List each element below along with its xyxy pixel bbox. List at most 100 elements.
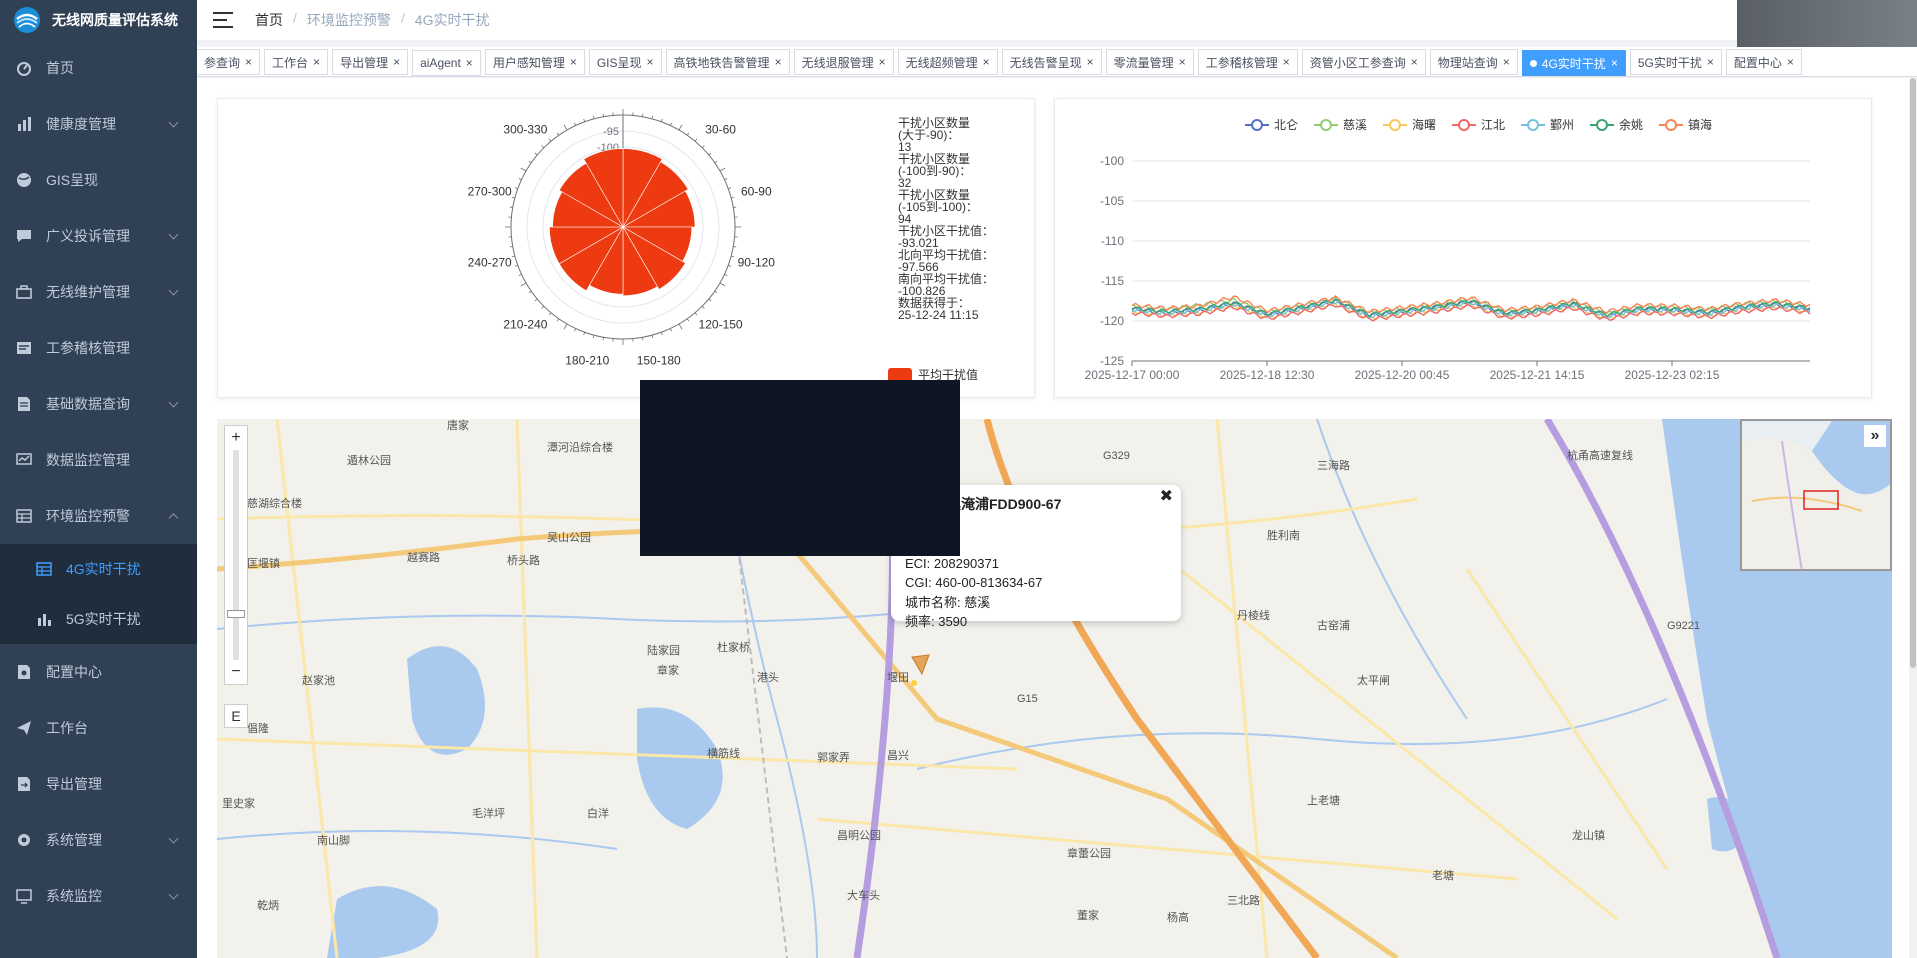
sidebar-item-4[interactable]: 无线维护管理 xyxy=(0,264,197,320)
tag-close-icon[interactable]: × xyxy=(1611,56,1618,70)
map-place-label: 慈湖综合楼 xyxy=(247,496,302,510)
cell-sector-marker[interactable] xyxy=(911,654,930,676)
sidebar-item-0[interactable]: 配置中心 xyxy=(0,644,197,700)
tag-10[interactable]: 零流量管理 × xyxy=(1105,49,1194,75)
tag-7[interactable]: 无线退服管理 × xyxy=(793,49,894,75)
legend-item-余姚[interactable]: 余姚 xyxy=(1590,117,1643,132)
breadcrumb-home[interactable]: 首页 xyxy=(255,10,283,30)
tag-11[interactable]: 工参稽核管理 × xyxy=(1197,49,1298,75)
angle-tick xyxy=(556,318,560,322)
close-icon[interactable]: ✖ xyxy=(1160,487,1173,507)
sidebar-item-label: 首页 xyxy=(46,60,74,76)
angle-tick xyxy=(511,255,515,258)
tag-close-icon[interactable]: × xyxy=(245,55,252,69)
tag-9[interactable]: 无线告警呈现 × xyxy=(1001,49,1102,75)
tag-close-icon[interactable]: × xyxy=(1283,55,1290,69)
tag-close-icon[interactable]: × xyxy=(647,55,654,69)
user-avatar-area[interactable] xyxy=(1737,0,1917,54)
sidebar-item-8[interactable]: 环境监控预警 xyxy=(0,488,197,544)
tag-close-icon[interactable]: × xyxy=(879,55,886,69)
map-place-label: 上老塘 xyxy=(1307,793,1340,807)
tag-4[interactable]: 用户感知管理 × xyxy=(484,49,585,75)
scrollbar-thumb[interactable] xyxy=(1910,78,1916,668)
sidebar-item-2[interactable]: GIS呈现 xyxy=(0,152,197,208)
tag-close-icon[interactable]: × xyxy=(983,55,990,69)
app-title: 无线网质量评估系统 xyxy=(52,12,178,28)
tag-1[interactable]: 工作台 × xyxy=(264,49,329,75)
overview-toggle-button[interactable]: » xyxy=(1864,425,1886,447)
legend-item-镇海[interactable]: 镇海 xyxy=(1659,117,1712,132)
tag-label: aiAgent xyxy=(420,55,461,70)
sidebar-item-2[interactable]: 导出管理 xyxy=(0,756,197,812)
map-place-label: G9221 xyxy=(1667,620,1700,632)
tag-close-icon[interactable]: × xyxy=(570,55,577,69)
legend-item-鄞州[interactable]: 鄞州 xyxy=(1521,118,1574,132)
map-place-label: 郭家弄 xyxy=(817,750,850,764)
tag-close-icon[interactable]: × xyxy=(1503,55,1510,69)
cell-site-dot[interactable] xyxy=(911,680,917,686)
map-place-label: 毛洋坪 xyxy=(472,806,505,820)
map-place-label: 太平闸 xyxy=(1357,674,1390,687)
tag-label: 用户感知管理 xyxy=(492,55,565,70)
sidebar-item-3[interactable]: 广义投诉管理 xyxy=(0,208,197,264)
page-scrollbar[interactable] xyxy=(1909,78,1917,958)
tag-16[interactable]: 配置中心 × xyxy=(1725,49,1802,75)
zoom-slider-thumb[interactable] xyxy=(227,610,245,618)
angle-tick xyxy=(592,115,595,119)
tag-close-icon[interactable]: × xyxy=(313,55,320,69)
tag-3[interactable]: aiAgent × xyxy=(412,49,481,76)
legend-item-海曙[interactable]: 海曙 xyxy=(1383,117,1436,132)
sector-label: 150-180 xyxy=(637,353,681,367)
tag-8[interactable]: 无线超频管理 × xyxy=(897,49,998,75)
map-place-label: 潭河沿综合楼 xyxy=(547,440,613,454)
legend-item-慈溪[interactable]: 慈溪 xyxy=(1314,117,1367,132)
tag-close-icon[interactable]: × xyxy=(1787,55,1794,69)
angle-tick xyxy=(509,206,513,208)
tag-close-icon[interactable]: × xyxy=(1707,55,1714,69)
sidebar-item-4[interactable]: 系统监控 xyxy=(0,868,197,924)
tag-close-icon[interactable]: × xyxy=(1087,55,1094,69)
legend-item-北仑[interactable]: 北仑 xyxy=(1245,118,1298,132)
tag-5[interactable]: GIS呈现 × xyxy=(588,49,662,75)
map-place-label: 南山脚 xyxy=(317,833,350,847)
tag-0[interactable]: 参查询 × xyxy=(197,49,261,75)
sidebar-item-label: 环境监控预警 xyxy=(46,508,130,524)
tag-13[interactable]: 物理站查询 × xyxy=(1429,49,1518,75)
overview-map[interactable]: » xyxy=(1740,419,1892,571)
angle-tick xyxy=(556,132,560,136)
tag-close-icon[interactable]: × xyxy=(466,56,473,70)
sidebar-item-6[interactable]: 基础数据查询 xyxy=(0,376,197,432)
zoom-out-button[interactable]: − xyxy=(225,660,247,684)
sidebar-item-0[interactable]: 首页 xyxy=(0,40,197,96)
breadcrumb-current: 4G实时干扰 xyxy=(414,12,490,28)
sidebar-item-1[interactable]: 工作台 xyxy=(0,700,197,756)
tag-close-icon[interactable]: × xyxy=(775,55,782,69)
tag-12[interactable]: 资管小区工参查询 × xyxy=(1301,49,1426,75)
zoom-slider[interactable] xyxy=(225,450,247,660)
sidebar-item-0[interactable]: 4G实时干扰 xyxy=(0,544,197,594)
sidebar-item-1[interactable]: 健康度管理 xyxy=(0,96,197,152)
angle-tick xyxy=(724,178,728,181)
tag-close-icon[interactable]: × xyxy=(1179,55,1186,69)
e-button[interactable]: E xyxy=(224,704,248,728)
tag-6[interactable]: 高铁地铁告警管理 × xyxy=(665,49,790,75)
sidebar-item-label: 4G实时干扰 xyxy=(66,561,141,577)
sidebar-item-5[interactable]: 工参稽核管理 xyxy=(0,320,197,376)
app-brand[interactable]: 无线网质量评估系统 xyxy=(0,0,197,40)
river xyxy=(916,698,1668,770)
sidebar-item-3[interactable]: 系统管理 xyxy=(0,812,197,868)
tag-close-icon[interactable]: × xyxy=(393,55,400,69)
zoom-in-button[interactable]: + xyxy=(225,426,247,450)
y-tick-label: -125 xyxy=(1100,354,1124,368)
map-place-label: 杭甬高速复线 xyxy=(1567,448,1633,462)
gis-map[interactable]: 唐家 遁林公园 潭河沿综合楼 慈湖综合楼 吴山公园 越赛路 桥头路 匡堰镇 赵家池 陆家园 杜家桥章… xyxy=(217,419,1892,958)
sidebar-item-1[interactable]: 5G实时干扰 xyxy=(0,594,197,644)
tag-close-icon[interactable]: × xyxy=(1411,55,1418,69)
menu-toggle-icon[interactable] xyxy=(213,12,233,28)
tag-2[interactable]: 导出管理 × xyxy=(332,49,409,75)
tag-15[interactable]: 5G实时干扰 × xyxy=(1629,49,1722,75)
sidebar-item-7[interactable]: 数据监控管理 xyxy=(0,432,197,488)
legend-item-江北[interactable]: 江北 xyxy=(1452,118,1505,132)
chevron-up-icon xyxy=(168,513,179,524)
tag-14[interactable]: 4G实时干扰 × xyxy=(1521,50,1626,76)
